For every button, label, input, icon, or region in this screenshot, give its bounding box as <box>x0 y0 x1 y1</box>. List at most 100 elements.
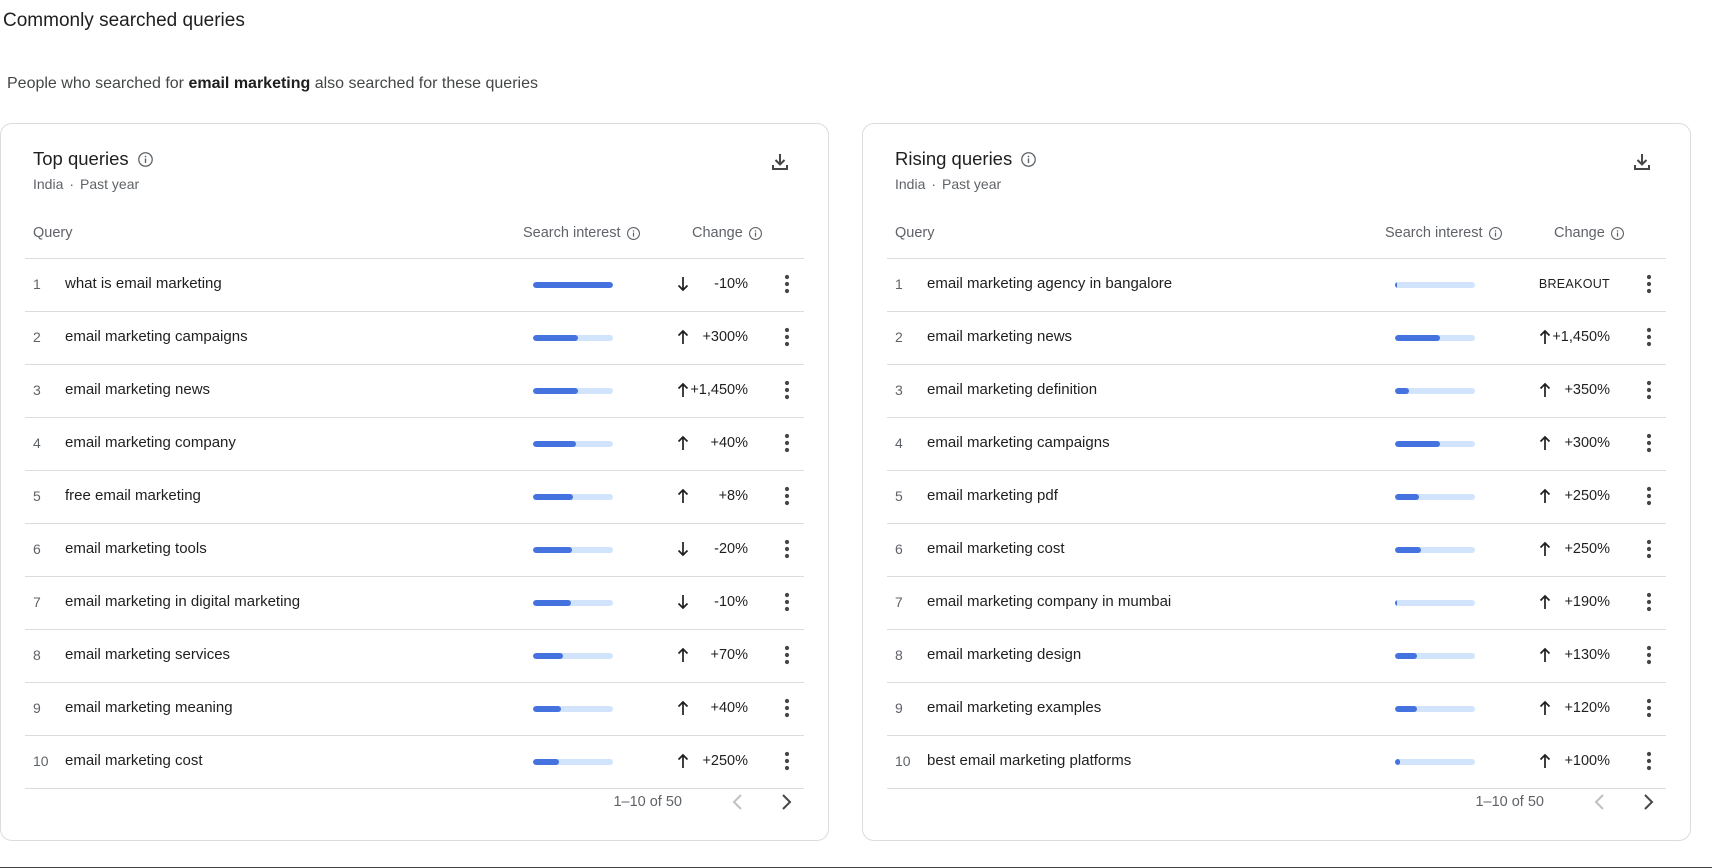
query-link[interactable]: email marketing cost <box>65 752 203 769</box>
info-icon[interactable] <box>137 151 154 168</box>
table-row[interactable]: 8 email marketing design +130% <box>887 630 1666 683</box>
query-link[interactable]: email marketing company <box>65 434 236 451</box>
download-icon[interactable] <box>768 150 792 174</box>
table-row[interactable]: 9 email marketing examples +120% <box>887 683 1666 736</box>
query-link[interactable]: email marketing design <box>927 646 1081 663</box>
table-row[interactable]: 9 email marketing meaning +40% <box>25 683 804 736</box>
info-icon[interactable] <box>1488 226 1503 241</box>
chevron-right-icon[interactable] <box>774 790 798 814</box>
arrow-up-icon <box>676 752 690 770</box>
query-link[interactable]: email marketing pdf <box>927 487 1058 504</box>
more-vert-icon[interactable] <box>1646 750 1652 772</box>
more-vert-icon[interactable] <box>784 432 790 454</box>
query-link[interactable]: email marketing meaning <box>65 699 233 716</box>
more-vert-icon[interactable] <box>1646 432 1652 454</box>
change-value: +1,450% <box>690 382 748 398</box>
search-interest-bar <box>533 335 613 341</box>
row-rank: 4 <box>33 435 41 451</box>
more-vert-icon[interactable] <box>784 644 790 666</box>
more-vert-icon[interactable] <box>784 485 790 507</box>
table-row[interactable]: 8 email marketing services +70% <box>25 630 804 683</box>
row-rank: 7 <box>33 594 41 610</box>
info-icon[interactable] <box>748 226 763 241</box>
query-link[interactable]: email marketing campaigns <box>927 434 1110 451</box>
more-vert-icon[interactable] <box>1646 591 1652 613</box>
search-interest-bar-fill <box>533 335 578 341</box>
query-link[interactable]: email marketing news <box>65 381 210 398</box>
more-vert-icon[interactable] <box>784 379 790 401</box>
info-icon[interactable] <box>1020 151 1037 168</box>
query-link[interactable]: email marketing agency in bangalore <box>927 275 1172 292</box>
table-row[interactable]: 7 email marketing in digital marketing -10… <box>25 577 804 630</box>
table-row[interactable]: 10 email marketing cost +250% <box>25 736 804 789</box>
query-link[interactable]: email marketing campaigns <box>65 328 248 345</box>
more-vert-icon[interactable] <box>784 326 790 348</box>
change-value: +300% <box>702 329 748 345</box>
more-vert-icon[interactable] <box>1646 326 1652 348</box>
search-interest-bar <box>1395 388 1475 394</box>
more-vert-icon[interactable] <box>784 538 790 560</box>
info-icon[interactable] <box>1610 226 1625 241</box>
query-link[interactable]: free email marketing <box>65 487 201 504</box>
more-vert-icon[interactable] <box>784 750 790 772</box>
change-value: +190% <box>1564 594 1610 610</box>
table-row[interactable]: 3 email marketing definition +350% <box>887 365 1666 418</box>
card-header: Rising queries India · Past year <box>895 148 1037 192</box>
more-vert-icon[interactable] <box>1646 485 1652 507</box>
arrow-up-icon <box>676 381 690 399</box>
table-row[interactable]: 1 email marketing agency in bangalore BREA… <box>887 259 1666 312</box>
table-row[interactable]: 5 email marketing pdf +250% <box>887 471 1666 524</box>
search-interest-bar <box>1395 494 1475 500</box>
table-row[interactable]: 6 email marketing cost +250% <box>887 524 1666 577</box>
more-vert-icon[interactable] <box>1646 697 1652 719</box>
table-row[interactable]: 4 email marketing company +40% <box>25 418 804 471</box>
query-link[interactable]: best email marketing platforms <box>927 752 1131 769</box>
info-icon[interactable] <box>626 226 641 241</box>
query-link[interactable]: what is email marketing <box>65 275 222 292</box>
change-value: +40% <box>710 435 749 451</box>
row-rank: 8 <box>895 647 903 663</box>
chevron-left-icon[interactable] <box>1588 790 1612 814</box>
arrow-up-icon <box>676 487 690 505</box>
change-value: +100% <box>1564 753 1610 769</box>
query-link[interactable]: email marketing definition <box>927 381 1097 398</box>
location-label: India <box>33 176 64 192</box>
period-label: Past year <box>80 176 140 192</box>
query-link[interactable]: email marketing cost <box>927 540 1065 557</box>
row-rank: 2 <box>33 329 41 345</box>
download-icon[interactable] <box>1630 150 1654 174</box>
query-link[interactable]: email marketing examples <box>927 699 1101 716</box>
query-link[interactable]: email marketing company in mumbai <box>927 593 1171 610</box>
table-row[interactable]: 6 email marketing tools -20% <box>25 524 804 577</box>
more-vert-icon[interactable] <box>1646 273 1652 295</box>
table-row[interactable]: 3 email marketing news +1,450% <box>25 365 804 418</box>
separator-dot: · <box>931 176 937 192</box>
more-vert-icon[interactable] <box>1646 379 1652 401</box>
change-value: +300% <box>1564 435 1610 451</box>
change-value: +130% <box>1564 647 1610 663</box>
search-interest-bar <box>533 441 613 447</box>
more-vert-icon[interactable] <box>784 273 790 295</box>
change-value: -20% <box>714 541 748 557</box>
table-row[interactable]: 2 email marketing campaigns +300% <box>25 312 804 365</box>
arrow-up-icon <box>1538 434 1552 452</box>
table-row[interactable]: 2 email marketing news +1,450% <box>887 312 1666 365</box>
more-vert-icon[interactable] <box>784 697 790 719</box>
chevron-right-icon[interactable] <box>1636 790 1660 814</box>
table-row[interactable]: 4 email marketing campaigns +300% <box>887 418 1666 471</box>
chevron-left-icon[interactable] <box>726 790 750 814</box>
more-vert-icon[interactable] <box>1646 538 1652 560</box>
table-row[interactable]: 5 free email marketing +8% <box>25 471 804 524</box>
more-vert-icon[interactable] <box>784 591 790 613</box>
table-row[interactable]: 10 best email marketing platforms +100% <box>887 736 1666 789</box>
more-vert-icon[interactable] <box>1646 644 1652 666</box>
search-interest-bar <box>533 547 613 553</box>
query-link[interactable]: email marketing in digital marketing <box>65 593 300 610</box>
table-row[interactable]: 1 what is email marketing -10% <box>25 259 804 312</box>
query-link[interactable]: email marketing news <box>927 328 1072 345</box>
query-link[interactable]: email marketing services <box>65 646 230 663</box>
column-header-query: Query <box>895 225 935 241</box>
query-link[interactable]: email marketing tools <box>65 540 207 557</box>
table-row[interactable]: 7 email marketing company in mumbai +190% <box>887 577 1666 630</box>
change-value: +250% <box>702 753 748 769</box>
